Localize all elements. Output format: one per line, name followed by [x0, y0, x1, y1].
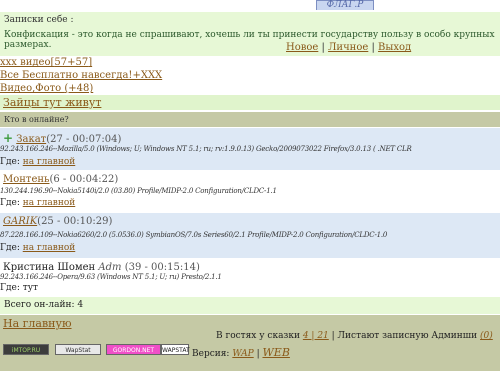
- user-name: Кристина Шомен: [3, 262, 96, 273]
- where-link[interactable]: на главной: [23, 243, 76, 253]
- where-text: тут: [22, 283, 38, 293]
- user-heading: Монтень(6 - 00:04:22): [3, 174, 118, 185]
- where-label: Где:: [0, 243, 20, 253]
- plus-icon: +: [3, 131, 14, 145]
- ad-link-text[interactable]: Видео,Фото: [0, 83, 64, 94]
- guests-prefix: В гостях у сказки: [216, 331, 300, 341]
- who-online-title: Кто в онлайне?: [4, 115, 69, 124]
- counter-badge[interactable]: GORDON.NET: [106, 344, 161, 355]
- ad-link-video-photo[interactable]: Видео,Фото (+48): [0, 82, 162, 95]
- user-location: Где: на главной: [0, 243, 75, 253]
- site-logo[interactable]: ФЛАГ.Р: [316, 0, 374, 10]
- user-meta: (39 - 00:15:14): [124, 262, 200, 273]
- online-user-entry: + Закат(27 - 00:07:04) 92.243.166.246--M…: [0, 128, 500, 170]
- where-label: Где:: [0, 283, 20, 293]
- who-online-header: Кто в онлайне?: [0, 112, 500, 127]
- footer: На главную В гостях у сказки 4 | 21 | Ли…: [0, 315, 500, 371]
- user-agent: 87.228.166.109--Nokia6260/2.0 (5.0536.0)…: [0, 231, 388, 239]
- online-user-entry: Монтень(6 - 00:04:22) 130.244.196.90--No…: [0, 171, 500, 212]
- guests-count-link[interactable]: 4 | 21: [303, 331, 329, 341]
- user-meta: (6 - 00:04:22): [49, 174, 119, 185]
- version-label: Версия:: [192, 349, 230, 359]
- where-label: Где:: [0, 198, 20, 208]
- online-user-entry: GARIK(25 - 00:10:29) 87.228.166.109--Nok…: [0, 213, 500, 258]
- admin-notes-count-link[interactable]: (0): [480, 331, 493, 341]
- user-location: Где: тут: [0, 283, 38, 293]
- user-name-link[interactable]: Монтень: [3, 174, 49, 185]
- total-online-text: Всего он-лайн: 4: [4, 300, 84, 310]
- user-heading: Кристина Шомен Adm (39 - 00:15:14): [3, 262, 200, 273]
- total-online: Всего он-лайн: 4: [0, 297, 500, 314]
- guests-mid: | Листают записную Админши: [331, 331, 478, 341]
- counter-badge[interactable]: WAPSTAT: [161, 344, 190, 355]
- site-logo-text: ФЛАГ.Р: [316, 0, 374, 10]
- version-wap-link[interactable]: WAP: [232, 349, 253, 359]
- counter-badge[interactable]: WapStat: [55, 344, 101, 355]
- ad-link-close[interactable]: ]: [88, 57, 92, 68]
- user-heading: GARIK(25 - 00:10:29): [3, 216, 112, 227]
- notes-panel: Записки себе : Конфискация - это когда н…: [0, 12, 500, 56]
- guests-line: В гостях у сказки 4 | 21 | Листают запис…: [216, 331, 493, 341]
- online-user-entry: Кристина Шомен Adm (39 - 00:15:14) 92.24…: [0, 259, 500, 295]
- user-location: Где: на главной: [0, 198, 75, 208]
- nav-exit-link[interactable]: Выход: [378, 42, 411, 53]
- notes-text: Конфискация - это когда не спрашивают, х…: [4, 30, 495, 50]
- user-role: Adm: [98, 262, 122, 273]
- nav-new-link[interactable]: Новое: [286, 42, 318, 53]
- user-meta: (25 - 00:10:29): [37, 216, 113, 227]
- user-agent: 130.244.196.90--Nokia5140i/2.0 (03.80) P…: [0, 187, 277, 195]
- home-link[interactable]: На главную: [3, 317, 72, 330]
- zaits-bar[interactable]: Зайцы тут живут: [0, 95, 500, 110]
- where-link[interactable]: на главной: [23, 198, 76, 208]
- notes-title: Записки себе :: [4, 15, 74, 25]
- user-heading: + Закат(27 - 00:07:04): [3, 131, 121, 145]
- where-label: Где:: [0, 157, 20, 167]
- counter-badge[interactable]: iMTOP.RU: [3, 344, 49, 355]
- ad-link-text[interactable]: xxx видео[: [0, 57, 54, 68]
- ad-link-count[interactable]: 57+57: [54, 57, 88, 68]
- ad-link-text[interactable]: Все Бесплатно навсегда!+XXX: [0, 70, 162, 81]
- where-link[interactable]: на главной: [23, 157, 76, 167]
- nav-separator: |: [321, 42, 325, 53]
- version-web-link[interactable]: WEB: [262, 346, 289, 359]
- version-separator: |: [256, 349, 260, 359]
- user-name-link[interactable]: Закат: [16, 134, 46, 145]
- top-nav: Новое | Личное | Выход: [286, 42, 411, 53]
- user-location: Где: на главной: [0, 157, 75, 167]
- nav-separator: |: [371, 42, 375, 53]
- user-name-link[interactable]: GARIK: [3, 216, 37, 227]
- user-agent: 92.243.166.246--Mozilla/5.0 (Windows; U;…: [0, 145, 412, 153]
- user-agent: 92.243.166.246--Opera/9.63 (Windows NT 5…: [0, 273, 222, 281]
- version-line: Версия: WAP | WEB: [192, 346, 290, 359]
- nav-personal-link[interactable]: Личное: [328, 42, 368, 53]
- ad-link-xxx-video[interactable]: xxx видео[57+57]: [0, 56, 162, 69]
- ad-link-free[interactable]: Все Бесплатно навсегда!+XXX: [0, 69, 162, 82]
- user-meta: (27 - 00:07:04): [46, 134, 122, 145]
- ad-links: xxx видео[57+57] Все Бесплатно навсегда!…: [0, 56, 162, 95]
- ad-link-count[interactable]: (+48): [64, 83, 93, 94]
- zaits-link[interactable]: Зайцы тут живут: [3, 96, 101, 109]
